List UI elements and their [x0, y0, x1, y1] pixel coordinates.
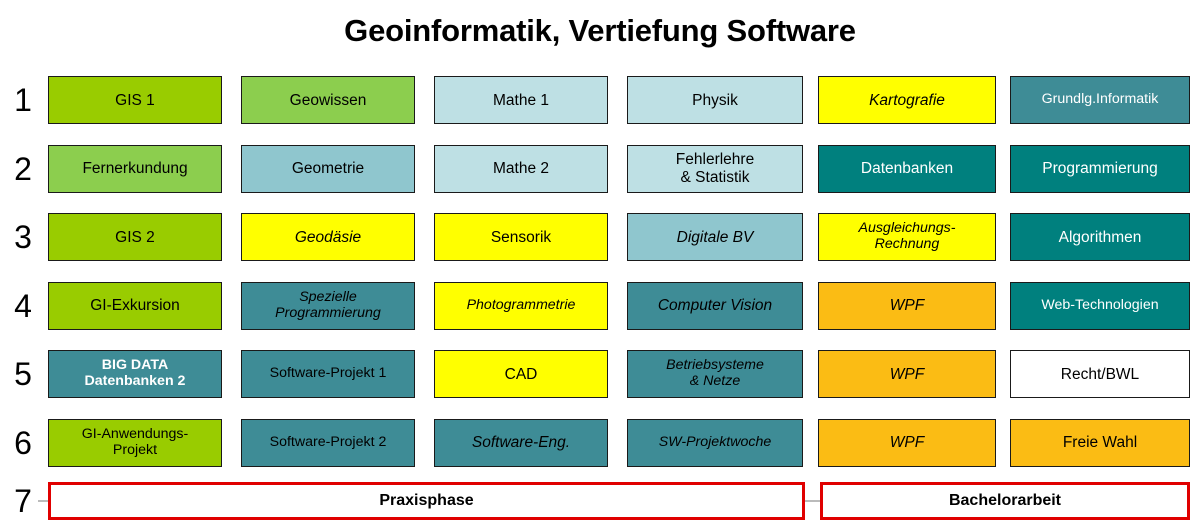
course-box-fernerkundung[interactable]: Fernerkundung: [48, 144, 222, 193]
phase-box-praxisphase[interactable]: Praxisphase: [48, 482, 805, 520]
course-box-digitale-bv[interactable]: Digitale BV: [627, 213, 803, 262]
semester-row-5-cells: BIG DATA Datenbanken 2 Software-Projekt …: [0, 340, 1200, 409]
course-box-photogrammetrie[interactable]: Photogrammetrie: [434, 281, 608, 330]
course-box-gi-exkursion[interactable]: GI-Exkursion: [48, 281, 222, 330]
semester-row-1: 1 GIS 1 Geowissen Mathe 1 Physik Kartogr…: [0, 66, 1200, 135]
course-box-spezielle-programmierung[interactable]: Spezielle Programmierung: [241, 281, 415, 330]
course-box-betriebsysteme-netze[interactable]: Betriebsysteme & Netze: [627, 350, 803, 399]
course-box-mathe-1[interactable]: Mathe 1: [434, 76, 608, 125]
course-box-gi-anwendungsprojekt[interactable]: GI-Anwendungs- Projekt: [48, 418, 222, 467]
course-box-recht-bwl[interactable]: Recht/BWL: [1010, 350, 1190, 399]
course-box-physik[interactable]: Physik: [627, 76, 803, 125]
curriculum-grid: 1 GIS 1 Geowissen Mathe 1 Physik Kartogr…: [0, 66, 1200, 525]
course-box-cad[interactable]: CAD: [434, 350, 608, 399]
course-box-ausgleichungsrechnung[interactable]: Ausgleichungs- Rechnung: [818, 213, 996, 262]
phase-box-bachelorarbeit[interactable]: Bachelorarbeit: [820, 482, 1190, 520]
course-box-freie-wahl[interactable]: Freie Wahl: [1010, 418, 1190, 467]
course-box-gis-1[interactable]: GIS 1: [48, 76, 222, 125]
semester-row-2: 2 Fernerkundung Geometrie Mathe 2 Fehler…: [0, 135, 1200, 204]
course-box-sw-projektwoche[interactable]: SW-Projektwoche: [627, 418, 803, 467]
course-box-wpf-5[interactable]: WPF: [818, 350, 996, 399]
semester-row-2-cells: Fernerkundung Geometrie Mathe 2 Fehlerle…: [0, 135, 1200, 204]
course-box-software-projekt-1[interactable]: Software-Projekt 1: [241, 350, 415, 399]
course-box-programmierung[interactable]: Programmierung: [1010, 144, 1190, 193]
course-box-algorithmen[interactable]: Algorithmen: [1010, 213, 1190, 262]
semester-row-3: 3 GIS 2 Geodäsie Sensorik Digitale BV Au…: [0, 203, 1200, 272]
semester-row-6-cells: GI-Anwendungs- Projekt Software-Projekt …: [0, 409, 1200, 478]
course-box-geowissen[interactable]: Geowissen: [241, 76, 415, 125]
course-box-datenbanken[interactable]: Datenbanken: [818, 144, 996, 193]
course-box-sensorik[interactable]: Sensorik: [434, 213, 608, 262]
course-box-geometrie[interactable]: Geometrie: [241, 144, 415, 193]
course-box-kartografie[interactable]: Kartografie: [818, 76, 996, 125]
course-box-geodaesie[interactable]: Geodäsie: [241, 213, 415, 262]
course-box-grundlg-informatik[interactable]: Grundlg.Informatik: [1010, 76, 1190, 125]
course-box-mathe-2[interactable]: Mathe 2: [434, 144, 608, 193]
semester-row-7-cells: Praxisphase Bachelorarbeit: [0, 477, 1200, 525]
course-box-wpf-4[interactable]: WPF: [818, 281, 996, 330]
course-box-software-eng[interactable]: Software-Eng.: [434, 418, 608, 467]
semester-row-1-cells: GIS 1 Geowissen Mathe 1 Physik Kartograf…: [0, 66, 1200, 135]
semester-row-4-cells: GI-Exkursion Spezielle Programmierung Ph…: [0, 272, 1200, 341]
semester-row-4: 4 GI-Exkursion Spezielle Programmierung …: [0, 272, 1200, 341]
course-box-web-technologien[interactable]: Web-Technologien: [1010, 281, 1190, 330]
semester-row-3-cells: GIS 2 Geodäsie Sensorik Digitale BV Ausg…: [0, 203, 1200, 272]
semester-row-7: 7 Praxisphase Bachelorarbeit: [0, 477, 1200, 525]
course-box-wpf-6[interactable]: WPF: [818, 418, 996, 467]
semester-row-6: 6 GI-Anwendungs- Projekt Software-Projek…: [0, 409, 1200, 478]
course-box-gis-2[interactable]: GIS 2: [48, 213, 222, 262]
page-title: Geoinformatik, Vertiefung Software: [344, 13, 856, 48]
course-box-software-projekt-2[interactable]: Software-Projekt 2: [241, 418, 415, 467]
course-box-computer-vision[interactable]: Computer Vision: [627, 281, 803, 330]
course-box-fehlerlehre-statistik[interactable]: Fehlerlehre & Statistik: [627, 144, 803, 193]
connector-dash-right: [805, 500, 820, 502]
connector-dash-left: [38, 500, 48, 502]
semester-row-5: 5 BIG DATA Datenbanken 2 Software-Projek…: [0, 340, 1200, 409]
course-box-big-data-datenbanken-2[interactable]: BIG DATA Datenbanken 2: [48, 350, 222, 399]
